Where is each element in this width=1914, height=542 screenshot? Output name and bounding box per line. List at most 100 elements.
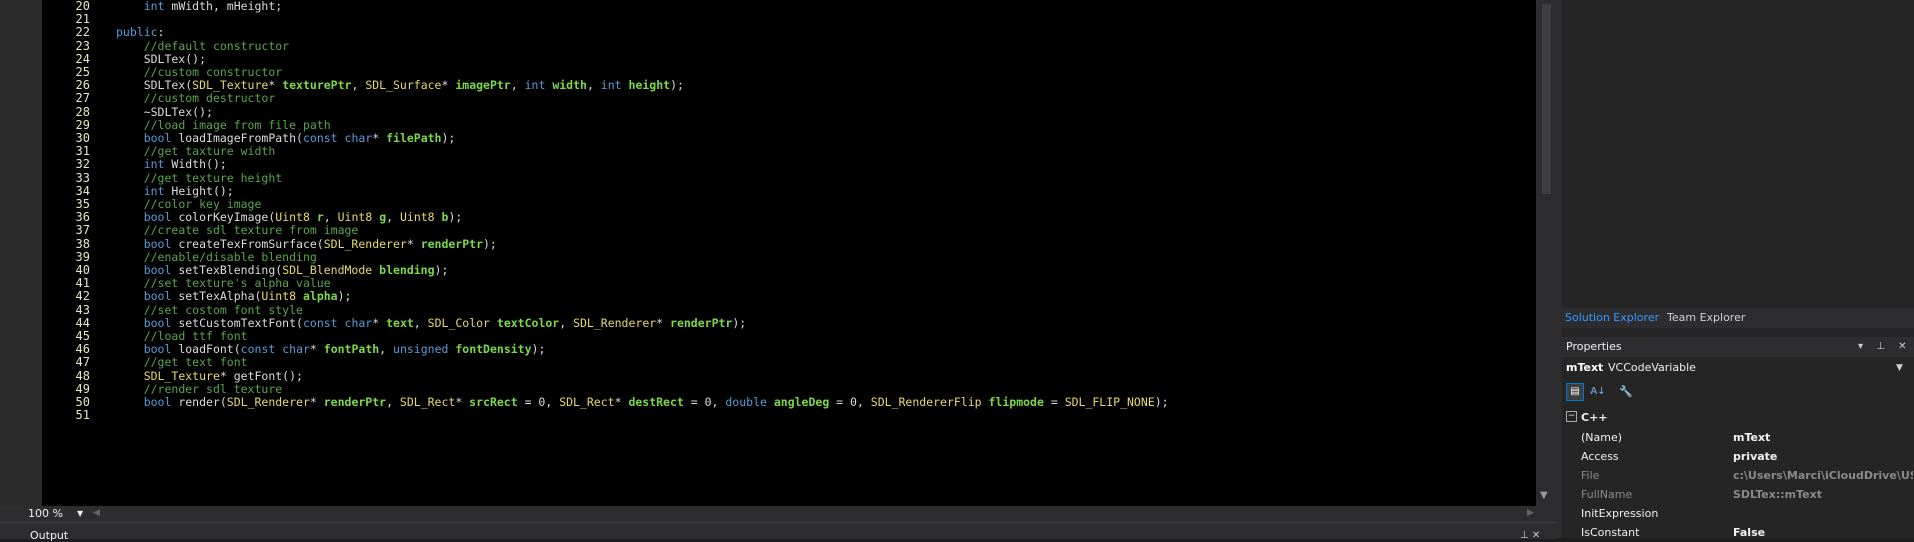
code-token: double: [725, 395, 767, 409]
code-token: alpha: [302, 289, 338, 304]
category-label: C++: [1581, 411, 1608, 424]
solution-explorer-content: [1562, 0, 1914, 308]
object-name: mText: [1566, 361, 1604, 374]
property-name: FullName: [1581, 488, 1633, 501]
code-token: *: [406, 236, 421, 251]
code-token: ,: [510, 78, 525, 93]
code-token: char: [344, 131, 373, 145]
line-number-gutter: 20 21 22 23 24 25 26 27 28 29 30 31 32 33 34 35 36 37 38 39…: [42, 0, 104, 506]
code-token: angleDeg: [773, 395, 830, 409]
object-dropdown-icon[interactable]: ▼: [1896, 358, 1903, 378]
property-name: IsConstant: [1581, 526, 1640, 539]
code-token: *: [455, 395, 470, 409]
code-token: *: [614, 395, 629, 409]
alphabetical-sort-icon[interactable]: A↓: [1589, 383, 1607, 401]
code-token: char: [282, 342, 310, 357]
code-token: Uint8: [399, 210, 435, 225]
property-value[interactable]: private: [1733, 447, 1913, 466]
code-token: blending: [379, 263, 435, 277]
code-token: imagePtr: [455, 78, 511, 93]
code-token: ,: [386, 210, 400, 225]
code-token: textColor: [496, 315, 560, 330]
zoom-dropdown-icon[interactable]: ▼: [77, 506, 83, 521]
code-token: );: [337, 289, 352, 304]
code-token: );: [670, 78, 684, 93]
property-value[interactable]: mText: [1733, 428, 1913, 447]
collapse-toggle-icon[interactable]: −: [1566, 411, 1577, 422]
code-token: = 0,: [683, 395, 726, 409]
code-token: srcRect: [469, 395, 518, 409]
code-line[interactable]: int mWidth, mHeight;: [116, 0, 282, 14]
code-token: *: [309, 395, 324, 409]
code-token: ,: [386, 395, 400, 409]
code-token: SDL_Color: [427, 315, 490, 330]
code-token: SDL_RendererFlip: [870, 395, 982, 409]
code-token: SDL_FLIP_NONE: [1064, 395, 1155, 409]
code-token: );: [732, 315, 747, 330]
code-token: );: [483, 236, 497, 251]
code-token: SDL_Rect: [399, 395, 456, 409]
code-token: const: [302, 315, 338, 330]
code-token: *: [656, 315, 671, 330]
code-token: ,: [413, 315, 428, 330]
categorized-view-icon[interactable]: ▤: [1566, 383, 1584, 401]
code-token: );: [1154, 395, 1169, 409]
code-token: renderPtr: [670, 315, 733, 330]
code-token: char: [344, 315, 373, 330]
tab-solution-explorer[interactable]: Solution Explorer: [1565, 308, 1659, 328]
code-token: fontDensity: [455, 342, 532, 357]
code-token: );: [434, 263, 449, 277]
code-token: filePath: [386, 131, 442, 145]
code-token: );: [441, 131, 456, 145]
vertical-scrollbar-thumb[interactable]: [1542, 4, 1551, 194]
code-token: ,: [559, 315, 574, 330]
line-number: 51: [75, 408, 90, 423]
property-value[interactable]: c:\Users\Marci\iCloudDrive\USD: [1733, 466, 1913, 485]
output-panel-title: Output: [30, 529, 69, 542]
code-token: *: [441, 78, 456, 93]
code-area[interactable]: int mWidth, mHeight; public: //default co…: [104, 0, 1536, 506]
code-token: render(: [171, 395, 227, 409]
code-token: *: [372, 315, 387, 330]
code-token: flipmode: [988, 395, 1044, 409]
code-token: texturePtr: [282, 78, 352, 93]
code-line[interactable]: bool render(SDL_Renderer* renderPtr, SDL…: [116, 394, 1169, 410]
code-token: const: [302, 131, 338, 145]
code-token: int: [524, 78, 546, 93]
scroll-left-arrow-icon[interactable]: ◀: [93, 506, 100, 521]
code-token: destRect: [628, 395, 684, 409]
code-token: int: [600, 78, 622, 93]
code-token: SDL_Surface: [365, 78, 442, 93]
property-name: (Name): [1581, 431, 1623, 444]
code-token: );: [448, 210, 463, 225]
property-value[interactable]: SDLTex::mText: [1733, 485, 1913, 504]
tab-team-explorer[interactable]: Team Explorer: [1667, 308, 1745, 328]
properties-title: Properties: [1566, 340, 1622, 353]
code-token: *: [372, 131, 387, 145]
code-token: );: [531, 342, 546, 357]
code-token: ,: [586, 78, 601, 93]
output-pin-icon[interactable]: ⊥ ✕: [1520, 530, 1540, 541]
code-token: SDL_Renderer: [323, 236, 407, 251]
category-row[interactable]: [1562, 409, 1914, 427]
code-token: =: [1043, 395, 1065, 409]
code-token: bool: [143, 395, 172, 409]
code-token: ,: [351, 78, 366, 93]
code-token: SDL_Rect: [559, 395, 615, 409]
scroll-down-arrow-icon[interactable]: ▼: [1540, 490, 1548, 501]
scroll-right-arrow-icon[interactable]: ▶: [1527, 506, 1534, 521]
code-token: = 0,: [829, 395, 871, 409]
property-pages-wrench-icon[interactable]: 🔧: [1617, 383, 1635, 401]
properties-window-controls[interactable]: ▾ ⊥ ✕: [1858, 337, 1911, 357]
code-token: unsigned: [393, 342, 449, 357]
code-token: width: [552, 78, 587, 93]
code-token: renderPtr: [323, 395, 387, 409]
property-value[interactable]: False: [1733, 523, 1913, 542]
